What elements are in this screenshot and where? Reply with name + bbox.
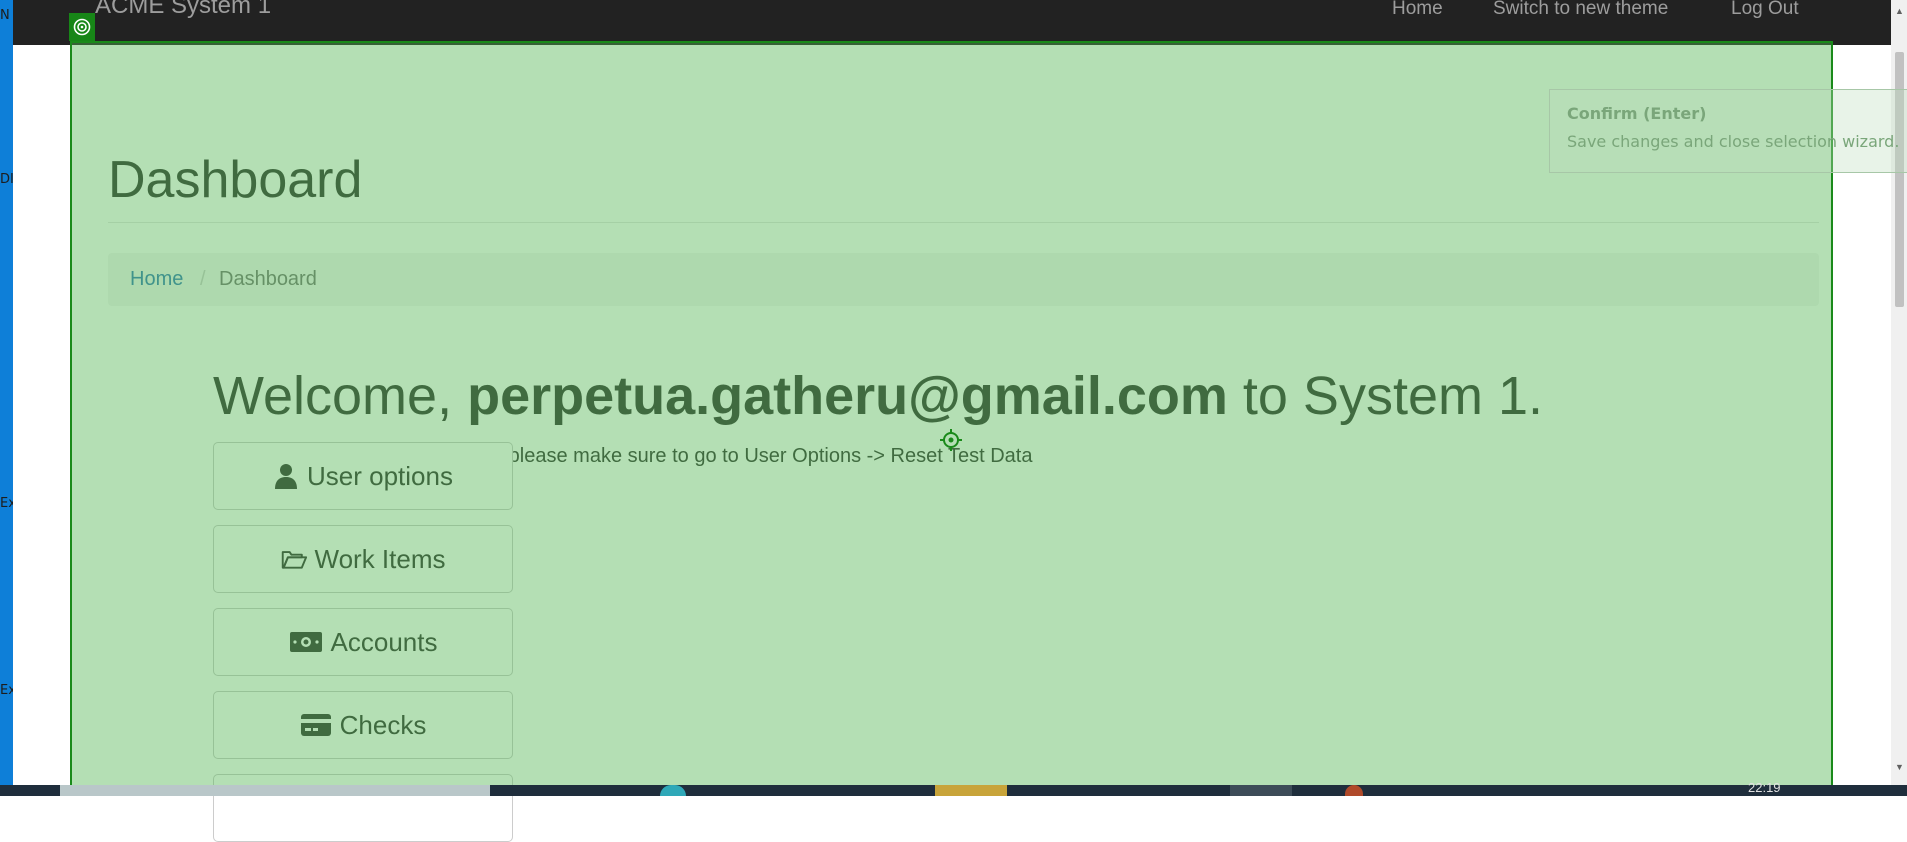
crosshair-icon [940, 429, 962, 451]
target-icon [73, 18, 91, 36]
taskbar-app-icon[interactable] [1345, 785, 1363, 796]
tooltip-title: Confirm (Enter) [1567, 104, 1707, 123]
os-taskbar: 22:19 [0, 780, 1907, 796]
taskbar-app-icon[interactable] [660, 785, 686, 796]
navbar-brand[interactable]: ACME System 1 [95, 0, 271, 20]
nav-home-link[interactable]: Home [1392, 0, 1443, 20]
taskbar-active-app[interactable] [935, 785, 1007, 796]
tooltip-text: Save changes and close selection wizard. [1567, 132, 1900, 151]
taskbar-app-icon[interactable] [1230, 785, 1292, 796]
nav-logout-link[interactable]: Log Out [1731, 0, 1799, 20]
scroll-down-icon[interactable]: ▼ [1895, 762, 1904, 772]
confirm-tooltip: Confirm (Enter) Save changes and close s… [1549, 89, 1907, 173]
top-navbar: ACME System 1 Home Switch to new theme L… [13, 0, 1891, 45]
scroll-up-icon[interactable]: ▲ [1895, 6, 1904, 16]
taskbar-clock[interactable]: 22:19 [1748, 780, 1781, 795]
selection-wizard-handle[interactable] [69, 13, 95, 41]
desktop-icon-label: N [0, 8, 10, 23]
desktop-icon-label: DI [0, 172, 14, 187]
nav-switch-theme-link[interactable]: Switch to new theme [1493, 0, 1668, 20]
desktop-background [0, 0, 13, 796]
taskbar-search-box[interactable] [60, 785, 490, 796]
